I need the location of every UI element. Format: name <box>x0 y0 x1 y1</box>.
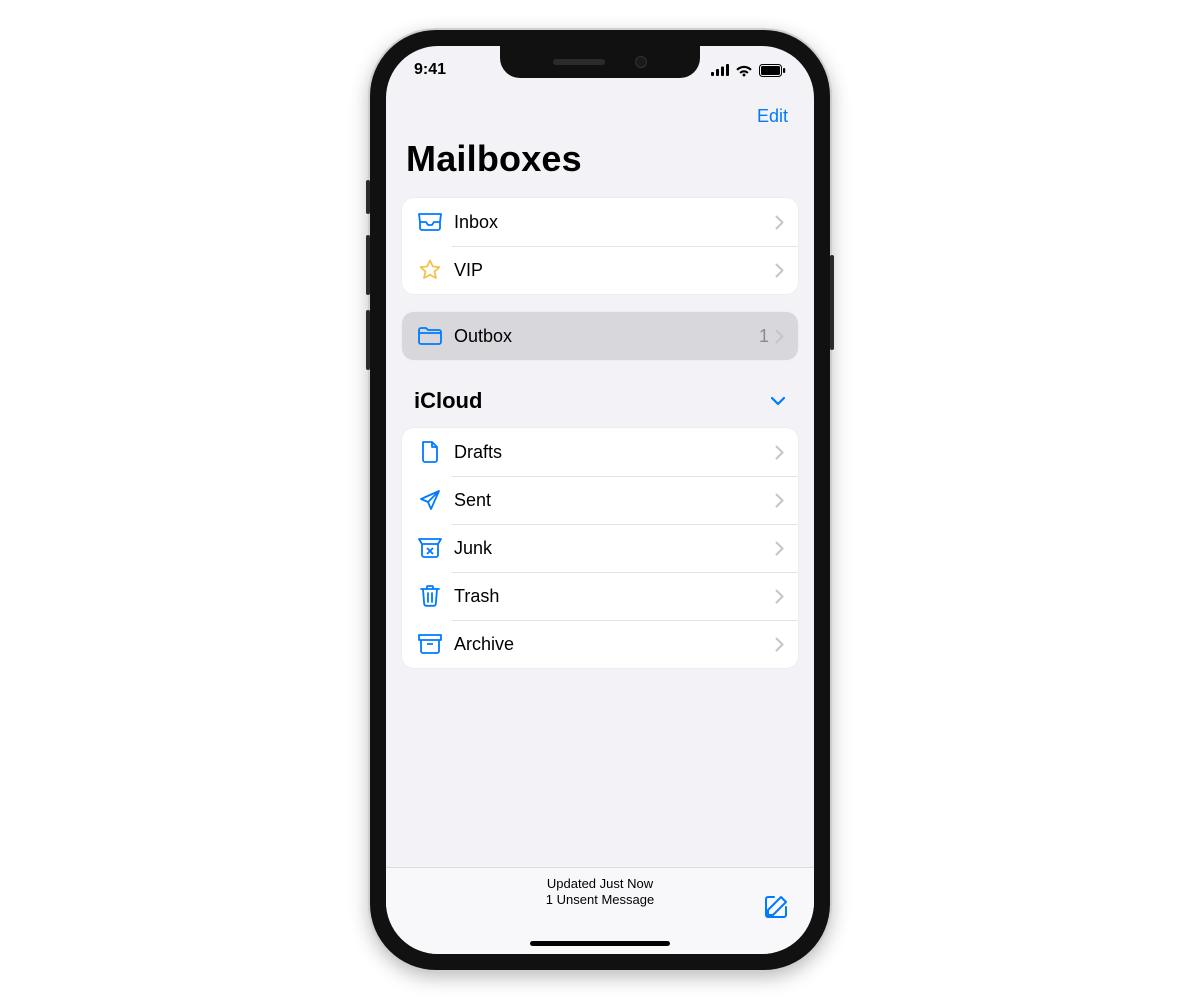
mailbox-row-archive[interactable]: Archive <box>402 620 798 668</box>
mailbox-row-vip[interactable]: VIP <box>402 246 798 294</box>
mailbox-count: 1 <box>759 326 769 347</box>
inbox-icon <box>416 212 444 232</box>
chevron-right-icon <box>775 589 784 604</box>
trash-icon <box>416 584 444 608</box>
mailboxes-list: Inbox VIP <box>386 190 814 867</box>
account-header-label: iCloud <box>414 388 482 414</box>
chevron-right-icon <box>775 445 784 460</box>
mailbox-row-outbox[interactable]: Outbox 1 <box>402 312 798 360</box>
nav-bar: Edit <box>386 94 814 138</box>
speaker-grille <box>553 59 605 65</box>
mailbox-label: VIP <box>454 260 775 281</box>
chevron-right-icon <box>775 637 784 652</box>
mailbox-label: Archive <box>454 634 775 655</box>
junk-icon <box>416 537 444 559</box>
chevron-right-icon <box>775 493 784 508</box>
icloud-group: Drafts Sent <box>402 428 798 668</box>
toolbar-status-line2: 1 Unsent Message <box>386 892 814 908</box>
mailbox-label: Outbox <box>454 326 759 347</box>
chevron-right-icon <box>775 215 784 230</box>
wifi-icon <box>735 64 753 77</box>
edit-button[interactable]: Edit <box>751 105 794 128</box>
archive-icon <box>416 633 444 655</box>
status-icons <box>711 64 786 77</box>
mailbox-row-sent[interactable]: Sent <box>402 476 798 524</box>
star-icon <box>416 258 444 282</box>
paper-plane-icon <box>416 488 444 512</box>
mailbox-label: Inbox <box>454 212 775 233</box>
battery-icon <box>759 64 786 77</box>
account-header-icloud[interactable]: iCloud <box>392 378 808 420</box>
mailbox-row-drafts[interactable]: Drafts <box>402 428 798 476</box>
home-indicator[interactable] <box>530 941 670 946</box>
screen: 9:41 Edit Mailboxes <box>386 46 814 954</box>
toolbar-status-line1: Updated Just Now <box>547 876 653 891</box>
outbox-group: Outbox 1 <box>402 312 798 360</box>
phone-frame: 9:41 Edit Mailboxes <box>370 30 830 970</box>
chevron-right-icon <box>775 541 784 556</box>
volume-down-button <box>366 310 370 370</box>
mailbox-row-inbox[interactable]: Inbox <box>402 198 798 246</box>
chevron-right-icon <box>775 329 784 344</box>
favorites-group: Inbox VIP <box>402 198 798 294</box>
volume-up-button <box>366 235 370 295</box>
front-camera <box>635 56 647 68</box>
chevron-down-icon <box>770 396 786 406</box>
mute-switch <box>366 180 370 214</box>
mailbox-label: Trash <box>454 586 775 607</box>
status-time: 9:41 <box>414 61 446 79</box>
document-icon <box>416 440 444 464</box>
notch <box>500 46 700 78</box>
mailbox-label: Junk <box>454 538 775 559</box>
mailbox-label: Drafts <box>454 442 775 463</box>
cellular-signal-icon <box>711 64 729 76</box>
mailbox-label: Sent <box>454 490 775 511</box>
folder-icon <box>416 326 444 346</box>
mailbox-row-trash[interactable]: Trash <box>402 572 798 620</box>
mailbox-row-junk[interactable]: Junk <box>402 524 798 572</box>
chevron-right-icon <box>775 263 784 278</box>
power-button <box>830 255 834 350</box>
page-title: Mailboxes <box>386 138 814 190</box>
toolbar-status: Updated Just Now 1 Unsent Message <box>386 876 814 908</box>
